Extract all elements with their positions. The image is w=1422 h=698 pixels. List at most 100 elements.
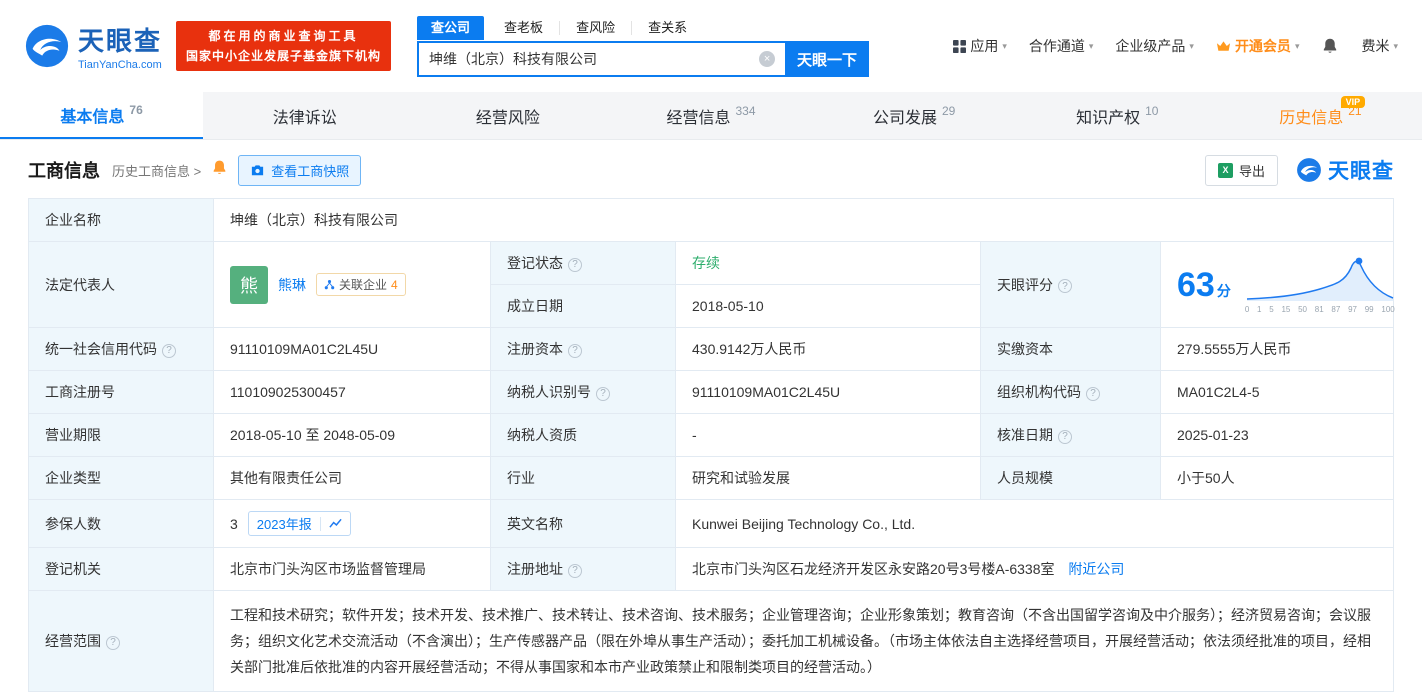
label-paid-capital: 实缴资本 bbox=[981, 328, 1161, 371]
tab-count: 76 bbox=[129, 103, 142, 117]
tab-company-development[interactable]: 公司发展 29 bbox=[813, 92, 1016, 139]
tab-label: 经营风险 bbox=[476, 104, 540, 128]
tab-legal-proceedings[interactable]: 法律诉讼 bbox=[203, 92, 406, 139]
tab-label: 基本信息 bbox=[60, 103, 124, 127]
section-title: 工商信息 bbox=[28, 157, 100, 183]
value-org-code: MA01C2L4-5 bbox=[1161, 371, 1394, 414]
value-registration-number: 110109025300457 bbox=[214, 371, 491, 414]
nav-cooperation-label: 合作通道 bbox=[1029, 36, 1085, 56]
vip-badge: VIP bbox=[1341, 96, 1366, 108]
label-taxpayer-id: 纳税人识别号? bbox=[491, 371, 676, 414]
table-row: 统一社会信用代码? 91110109MA01C2L45U 注册资本? 430.9… bbox=[29, 328, 1394, 371]
brand-watermark: 天眼查 bbox=[1296, 155, 1394, 185]
tab-count: 29 bbox=[942, 104, 955, 118]
label-taxpayer-quality: 纳税人资质 bbox=[491, 414, 676, 457]
help-icon[interactable]: ? bbox=[596, 387, 610, 401]
search-tab-risk[interactable]: 查风险 bbox=[559, 21, 631, 35]
label-staff-size: 人员规模 bbox=[981, 457, 1161, 500]
label-credit-code: 统一社会信用代码? bbox=[29, 328, 214, 371]
brand-watermark-label: 天眼查 bbox=[1328, 155, 1394, 185]
snapshot-button[interactable]: 查看工商快照 bbox=[238, 155, 361, 186]
nav-open-vip[interactable]: 开通会员 ▾ bbox=[1216, 36, 1300, 56]
score-chart: 01 515 5081 8797 99100 bbox=[1245, 255, 1395, 314]
value-approval-date: 2025-01-23 bbox=[1161, 414, 1394, 457]
table-row: 企业名称 坤维（北京）科技有限公司 bbox=[29, 199, 1394, 242]
tab-history-info[interactable]: 历史信息 21 VIP bbox=[1219, 92, 1422, 139]
monitor-bell[interactable] bbox=[211, 159, 228, 181]
bell-icon bbox=[1321, 37, 1339, 55]
status-badge: 存续 bbox=[692, 255, 720, 271]
search-button[interactable]: 天眼一下 bbox=[785, 41, 869, 77]
history-business-info-link[interactable]: 历史工商信息 > bbox=[112, 161, 201, 180]
table-row: 登记机关 北京市门头沟区市场监督管理局 注册地址? 北京市门头沟区石龙经济开发区… bbox=[29, 548, 1394, 591]
trend-chart-icon[interactable] bbox=[329, 517, 342, 530]
help-icon[interactable]: ? bbox=[1086, 387, 1100, 401]
annual-report-pill: 2023年报 bbox=[248, 511, 351, 536]
nav-user[interactable]: 费米 ▾ bbox=[1361, 36, 1398, 56]
tianyancha-logo-icon bbox=[1296, 157, 1322, 183]
label-company-name: 企业名称 bbox=[29, 199, 214, 242]
export-button[interactable]: X 导出 bbox=[1205, 155, 1278, 186]
label-org-code: 组织机构代码? bbox=[981, 371, 1161, 414]
label-registration-number: 工商注册号 bbox=[29, 371, 214, 414]
table-row: 企业类型 其他有限责任公司 行业 研究和试验发展 人员规模 小于50人 bbox=[29, 457, 1394, 500]
nearby-company-link[interactable]: 附近公司 bbox=[1068, 561, 1124, 577]
excel-icon: X bbox=[1218, 163, 1233, 178]
help-icon[interactable]: ? bbox=[1058, 279, 1072, 293]
help-icon[interactable]: ? bbox=[1058, 430, 1072, 444]
label-establish-date: 成立日期 bbox=[491, 285, 676, 328]
nav-enterprise-products[interactable]: 企业级产品 ▾ bbox=[1115, 36, 1194, 56]
label-insured-number: 参保人数 bbox=[29, 500, 214, 548]
chevron-down-icon: ▾ bbox=[1089, 41, 1094, 52]
search-tab-boss[interactable]: 查老板 bbox=[488, 21, 559, 35]
legal-rep-link[interactable]: 熊琳 bbox=[278, 275, 306, 295]
tab-operating-risk[interactable]: 经营风险 bbox=[406, 92, 609, 139]
chevron-down-icon: ▾ bbox=[1002, 41, 1007, 52]
score-axis: 01 515 5081 8797 99100 bbox=[1245, 305, 1395, 314]
nav-vip-label: 开通会员 bbox=[1235, 36, 1291, 56]
search-input[interactable] bbox=[417, 41, 785, 77]
chevron-down-icon: ▾ bbox=[1393, 41, 1398, 52]
label-industry: 行业 bbox=[491, 457, 676, 500]
value-registered-capital: 430.9142万人民币 bbox=[676, 328, 981, 371]
value-paid-capital: 279.5555万人民币 bbox=[1161, 328, 1394, 371]
help-icon[interactable]: ? bbox=[162, 344, 176, 358]
search-tab-company[interactable]: 查公司 bbox=[417, 16, 484, 40]
search-type-tabs: 查公司 查老板 查风险 查关系 bbox=[417, 15, 869, 41]
tab-operating-info[interactable]: 经营信息 334 bbox=[609, 92, 812, 139]
label-tianyan-score: 天眼评分? bbox=[981, 242, 1161, 328]
main-tab-bar: 基本信息 76 法律诉讼 经营风险 经营信息 334 公司发展 29 知识产权 … bbox=[0, 92, 1422, 140]
label-registration-status: 登记状态? bbox=[491, 242, 676, 285]
related-company-badge[interactable]: 关联企业 4 bbox=[316, 273, 406, 296]
help-icon[interactable]: ? bbox=[106, 636, 120, 650]
help-icon[interactable]: ? bbox=[568, 344, 582, 358]
annual-report-link[interactable]: 2023年报 bbox=[257, 514, 312, 533]
clear-search-icon[interactable]: × bbox=[759, 51, 775, 67]
logo-title: 天眼查 bbox=[78, 21, 162, 58]
value-industry: 研究和试验发展 bbox=[676, 457, 981, 500]
tab-intellectual-property[interactable]: 知识产权 10 bbox=[1016, 92, 1219, 139]
label-company-type: 企业类型 bbox=[29, 457, 214, 500]
nav-apps[interactable]: 应用 ▾ bbox=[953, 36, 1007, 56]
chevron-down-icon: ▾ bbox=[1295, 41, 1300, 52]
help-icon[interactable]: ? bbox=[568, 564, 582, 578]
value-tianyan-score: 63分 01 515 5081 8797 99100 bbox=[1161, 242, 1394, 328]
tab-label: 知识产权 bbox=[1076, 104, 1140, 128]
tianyancha-logo[interactable]: 天眼查 TianYanCha.com bbox=[24, 21, 162, 71]
label-business-scope: 经营范围? bbox=[29, 591, 214, 692]
score-curve bbox=[1245, 255, 1395, 301]
label-registered-capital: 注册资本? bbox=[491, 328, 676, 371]
notification-bell[interactable] bbox=[1321, 37, 1339, 55]
tianyancha-logo-icon bbox=[24, 23, 70, 69]
value-company-name: 坤维（北京）科技有限公司 bbox=[214, 199, 1394, 242]
camera-icon bbox=[250, 163, 265, 178]
value-business-scope: 工程和技术研究；软件开发；技术开发、技术推广、技术转让、技术咨询、技术服务；企业… bbox=[214, 591, 1394, 692]
tab-label: 历史信息 bbox=[1279, 104, 1343, 128]
nav-cooperation[interactable]: 合作通道 ▾ bbox=[1029, 36, 1094, 56]
legal-rep-avatar: 熊 bbox=[230, 266, 268, 304]
search-tab-relation[interactable]: 查关系 bbox=[631, 21, 703, 35]
bell-icon bbox=[211, 159, 228, 176]
tab-basic-info[interactable]: 基本信息 76 bbox=[0, 92, 203, 139]
nav-user-label: 费米 bbox=[1361, 36, 1389, 56]
help-icon[interactable]: ? bbox=[568, 258, 582, 272]
